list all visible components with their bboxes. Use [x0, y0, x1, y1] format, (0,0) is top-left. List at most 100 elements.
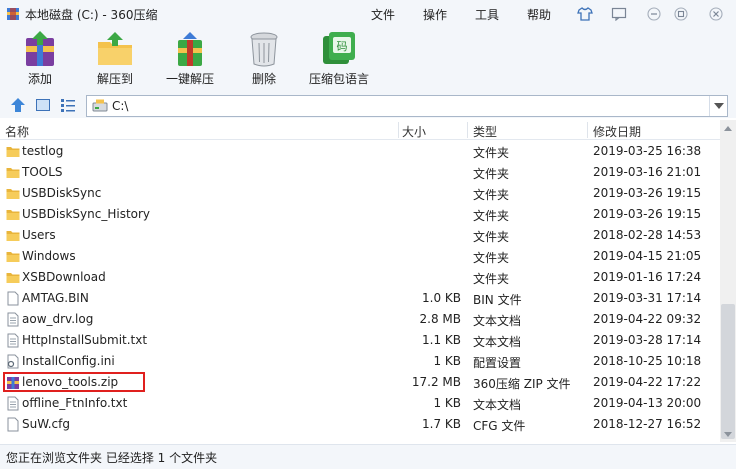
extract-to-button[interactable]: 解压到	[84, 30, 146, 90]
add-archive-icon	[26, 31, 54, 66]
file-modified: 2019-03-26 19:15	[593, 186, 702, 200]
file-modified: 2019-03-31 17:14	[593, 291, 702, 305]
file-name: Windows	[22, 249, 76, 263]
file-name: USBDiskSync_History	[22, 207, 151, 221]
skin-icon[interactable]	[574, 4, 596, 24]
file-modified: 2019-04-22 17:22	[593, 375, 702, 389]
file-type: 文件夹	[473, 209, 510, 223]
address-row: C:\	[0, 92, 736, 118]
file-type: 360压缩 ZIP 文件	[473, 377, 571, 391]
file-type: 文件夹	[473, 230, 510, 244]
menu-file[interactable]: 文件	[371, 6, 395, 23]
file-modified: 2018-02-28 14:53	[593, 228, 702, 242]
file-name: TOOLS	[22, 165, 63, 179]
folder-icon	[6, 207, 20, 222]
file-size: 17.2 MB	[411, 375, 461, 389]
menu-operation[interactable]: 操作	[423, 6, 447, 23]
app-icon	[7, 8, 19, 20]
file-row[interactable]: InstallConfig.ini 1 KB 配置设置 2018-10-25 10:1…	[0, 351, 720, 372]
menu-tools[interactable]: 工具	[475, 6, 499, 23]
address-path: C:\	[112, 99, 129, 113]
file-row[interactable]: USBDiskSync 文件夹 2019-03-26 19:15	[0, 183, 720, 204]
file-icon	[6, 291, 20, 306]
config-file-icon	[6, 354, 20, 369]
up-arrow-icon[interactable]	[10, 97, 26, 116]
minimize-icon[interactable]	[643, 4, 665, 24]
one-click-extract-button[interactable]: 一键解压	[159, 30, 221, 90]
file-name: XSBDownload	[22, 270, 106, 284]
selection-highlight	[3, 372, 145, 392]
one-click-extract-label: 一键解压	[165, 72, 214, 86]
vertical-scrollbar[interactable]	[720, 120, 736, 442]
archive-language-button[interactable]: 码 压缩包语言	[308, 30, 370, 90]
address-bar[interactable]: C:\	[86, 95, 728, 117]
chevron-down-icon[interactable]	[709, 96, 727, 116]
file-type: 文本文档	[473, 398, 522, 412]
file-modified: 2019-03-25 16:38	[593, 144, 702, 158]
file-row[interactable]: testlog 文件夹 2019-03-25 16:38	[0, 141, 720, 162]
file-row[interactable]: XSBDownload 文件夹 2019-01-16 17:24	[0, 267, 720, 288]
one-click-extract-icon	[178, 32, 202, 66]
folder-icon	[6, 228, 20, 243]
column-header: 名称 大小 类型 修改日期	[0, 120, 720, 140]
maximize-icon[interactable]	[670, 4, 692, 24]
scrollbar-thumb[interactable]	[721, 304, 735, 439]
file-row[interactable]: aow_drv.log 2.8 MB 文本文档 2019-04-22 09:32	[0, 309, 720, 330]
file-row[interactable]: AMTAG.BIN 1.0 KB BIN 文件 2019-03-31 17:14	[0, 288, 720, 309]
file-type: 文件夹	[473, 188, 510, 202]
file-row[interactable]: Windows 文件夹 2019-04-15 21:05	[0, 246, 720, 267]
file-row[interactable]: TOOLS 文件夹 2019-03-16 21:01	[0, 162, 720, 183]
file-type: 文本文档	[473, 314, 522, 328]
menu-help[interactable]: 帮助	[527, 6, 551, 23]
delete-button[interactable]: 删除	[233, 30, 295, 90]
file-name: Users	[22, 228, 56, 242]
extract-folder-icon	[98, 32, 132, 65]
file-row[interactable]: USBDiskSync_History 文件夹 2019-03-26 19:15	[0, 204, 720, 225]
status-bar: 您正在浏览文件夹 已经选择 1 个文件夹	[0, 444, 736, 469]
file-type: BIN 文件	[473, 293, 522, 307]
file-type: 配置设置	[473, 356, 522, 370]
file-name: testlog	[22, 144, 64, 158]
file-row[interactable]: SuW.cfg 1.7 KB CFG 文件 2018-12-27 16:52	[0, 414, 720, 435]
file-modified: 2018-12-27 16:52	[593, 417, 702, 431]
file-row[interactable]: offline_FtnInfo.txt 1 KB 文本文档 2019-04-13 20…	[0, 393, 720, 414]
text-file-icon	[6, 396, 20, 411]
title-bar: 本地磁盘 (C:) - 360压缩 文件 操作 工具 帮助	[0, 0, 736, 28]
file-name: SuW.cfg	[22, 417, 70, 431]
column-modified[interactable]: 修改日期	[593, 123, 641, 140]
text-file-icon	[6, 333, 20, 348]
code-page-icon: 码	[323, 32, 355, 64]
file-row[interactable]: HttpInstallSubmit.txt 1.1 KB 文本文档 2019-03-2…	[0, 330, 720, 351]
file-name: offline_FtnInfo.txt	[22, 396, 128, 410]
scroll-down-icon[interactable]	[720, 426, 736, 442]
archive-language-label: 压缩包语言	[308, 72, 369, 86]
file-modified: 2019-03-28 17:14	[593, 333, 702, 347]
feedback-icon[interactable]	[608, 4, 630, 24]
file-type: 文本文档	[473, 335, 522, 349]
file-modified: 2019-03-16 21:01	[593, 165, 702, 179]
column-size[interactable]: 大小	[402, 123, 426, 140]
add-button[interactable]: 添加	[9, 30, 71, 90]
file-icon	[6, 417, 20, 432]
file-type: 文件夹	[473, 146, 510, 160]
close-icon[interactable]	[705, 4, 727, 24]
file-modified: 2019-03-26 19:15	[593, 207, 702, 221]
text-file-icon	[6, 312, 20, 327]
column-divider	[467, 122, 468, 138]
file-size: 1.1 KB	[422, 333, 461, 347]
folder-icon	[6, 249, 20, 264]
file-name: HttpInstallSubmit.txt	[22, 333, 148, 347]
file-type: 文件夹	[473, 167, 510, 181]
file-row[interactable]: Users 文件夹 2018-02-28 14:53	[0, 225, 720, 246]
column-type[interactable]: 类型	[473, 123, 497, 140]
file-modified: 2019-01-16 17:24	[593, 270, 702, 284]
file-name: AMTAG.BIN	[22, 291, 89, 305]
column-name[interactable]: 名称	[5, 123, 29, 140]
svg-text:码: 码	[337, 40, 348, 53]
thumbnail-view-icon[interactable]	[35, 97, 51, 116]
file-size: 1.0 KB	[422, 291, 461, 305]
file-type: 文件夹	[473, 251, 510, 265]
list-view-icon[interactable]	[60, 97, 76, 116]
scroll-up-icon[interactable]	[720, 120, 736, 136]
file-name: InstallConfig.ini	[22, 354, 115, 368]
